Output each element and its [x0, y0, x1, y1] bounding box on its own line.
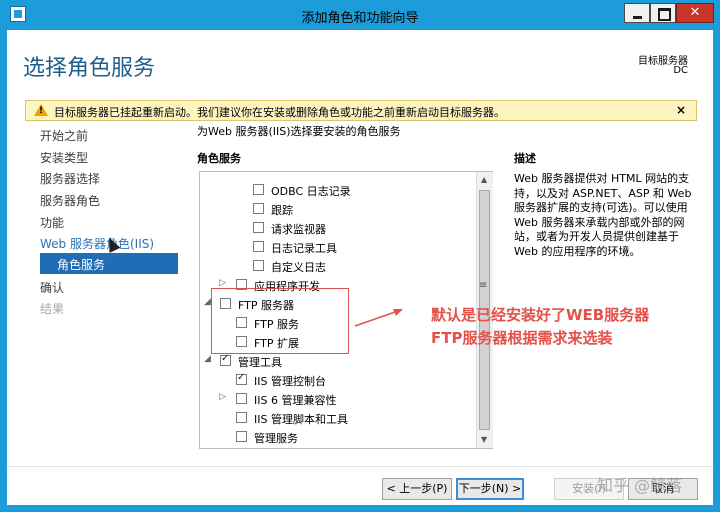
role-services-heading: 角色服务 [197, 152, 241, 165]
page-title: 选择角色服务 [23, 56, 156, 81]
tree-item-label: IIS 管理脚本和工具 [254, 413, 348, 426]
tree-item-logging-tools[interactable]: 日志记录工具 [200, 239, 476, 257]
warning-icon: ! [34, 104, 48, 116]
tree-item-label: 管理服务 [254, 432, 298, 445]
checkbox[interactable] [253, 184, 264, 195]
tree-item-odbc-logging[interactable]: ODBC 日志记录 [200, 182, 476, 200]
warning-text: 目标服务器已挂起重新启动。我们建议你在安装或删除角色或功能之前重新启动目标服务器… [54, 106, 505, 119]
watermark: 知乎 @鲸落 [597, 476, 683, 495]
tree-item-label: 管理工具 [238, 356, 282, 369]
tree-item-management-service[interactable]: 管理服务 [200, 429, 476, 447]
checkbox[interactable] [236, 412, 247, 423]
annotation-text: 默认是已经安装好了WEB服务器 FTP服务器根据需求来选装 [431, 304, 649, 350]
previous-button[interactable]: < 上一步(P) [382, 478, 452, 500]
tree-item-iis-scripts-tools[interactable]: IIS 管理脚本和工具 [200, 410, 476, 428]
sidebar-item-confirmation[interactable]: 确认 [40, 279, 64, 296]
checkbox[interactable] [253, 260, 264, 271]
tree-item-request-monitor[interactable]: 请求监视器 [200, 220, 476, 238]
sidebar-item-label: 角色服务 [57, 258, 106, 272]
target-server-value: DC [673, 65, 688, 76]
collapse-arrow-icon[interactable]: ◢ [204, 297, 211, 307]
expand-arrow-icon[interactable]: ▷ [219, 392, 226, 402]
checkbox[interactable] [236, 431, 247, 442]
page-subtitle: 为Web 服务器(IIS)选择要安装的角色服务 [197, 125, 401, 138]
scroll-down-icon[interactable]: ▼ [481, 435, 487, 444]
tree-item-iis-management-console[interactable]: IIS 管理控制台 [200, 372, 476, 390]
annotation-line-2: FTP服务器根据需求来选装 [431, 329, 613, 347]
checkbox[interactable] [253, 203, 264, 214]
scrollbar-grip-icon: ≡ [479, 280, 488, 291]
ftp-highlight-box [211, 288, 349, 354]
sidebar-item-server-roles[interactable]: 服务器角色 [40, 192, 100, 209]
checkbox[interactable] [253, 222, 264, 233]
tree-item-label: IIS 管理控制台 [254, 375, 326, 388]
footer-divider [7, 466, 713, 467]
description-heading: 描述 [514, 152, 536, 165]
checkbox[interactable] [236, 372, 247, 385]
close-button[interactable]: ✕ [676, 3, 714, 23]
collapse-arrow-icon[interactable]: ◢ [204, 354, 211, 364]
tree-item-label: IIS 6 管理兼容性 [254, 394, 337, 407]
tree-item-label: 日志记录工具 [271, 242, 337, 255]
tree-item-management-tools[interactable]: ◢ 管理工具 [200, 353, 476, 371]
minimize-button[interactable] [624, 3, 650, 23]
expand-arrow-icon[interactable]: ▷ [219, 278, 226, 288]
tree-item-label: 跟踪 [271, 204, 293, 217]
title-bar[interactable]: 添加角色和功能向导 ✕ [0, 0, 720, 30]
sidebar-item-server-selection[interactable]: 服务器选择 [40, 170, 100, 187]
sidebar-item-installation-type[interactable]: 安装类型 [40, 149, 88, 166]
sidebar-item-role-services[interactable]: 角色服务 [40, 253, 178, 274]
scroll-up-icon[interactable]: ▲ [481, 175, 487, 184]
restart-warning-banner: ! 目标服务器已挂起重新启动。我们建议你在安装或删除角色或功能之前重新启动目标服… [25, 100, 697, 121]
next-button[interactable]: 下一步(N) > [456, 478, 524, 500]
tree-item-label: 请求监视器 [271, 223, 326, 236]
sidebar-item-results: 结果 [40, 302, 65, 316]
description-text: Web 服务器提供对 HTML 网站的支持，以及对 ASP.NET、ASP 和 … [514, 172, 692, 258]
checkbox[interactable] [253, 241, 264, 252]
maximize-button[interactable] [650, 3, 676, 23]
tree-item-tracing[interactable]: 跟踪 [200, 201, 476, 219]
close-icon: ✕ [689, 5, 701, 20]
tree-item-iis6-compatibility[interactable]: ▷ IIS 6 管理兼容性 [200, 391, 476, 409]
sidebar-item-web-server-role[interactable]: Web 服务器角色(IIS) [40, 235, 154, 252]
tree-item-label: ODBC 日志记录 [271, 185, 351, 198]
window-title: 添加角色和功能向导 [301, 11, 419, 26]
annotation-line-1: 默认是已经安装好了WEB服务器 [431, 306, 650, 324]
checkbox[interactable] [236, 393, 247, 404]
sidebar-item-features[interactable]: 功能 [40, 214, 64, 231]
warning-close-button[interactable]: × [676, 103, 686, 117]
sidebar-item-before-you-begin[interactable]: 开始之前 [40, 127, 88, 144]
tree-item-label: 自定义日志 [271, 261, 326, 274]
checkbox[interactable] [220, 353, 231, 366]
tree-item-custom-logging[interactable]: 自定义日志 [200, 258, 476, 276]
